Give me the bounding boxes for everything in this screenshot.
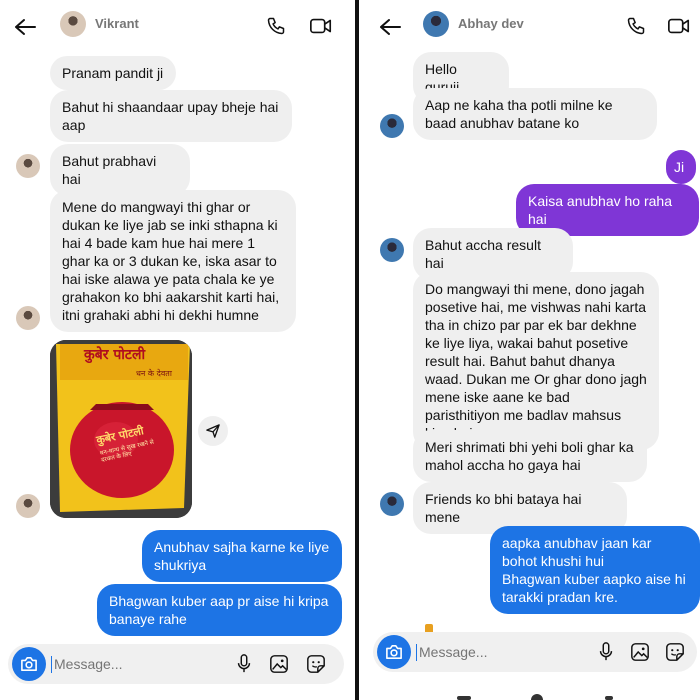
message-incoming[interactable]: Bahut hi shaandaar upay bheje hai aap [50, 90, 292, 142]
photo-header-text: कुबेर पोटली [84, 347, 146, 363]
avatar [16, 494, 40, 518]
phone-icon[interactable] [264, 14, 288, 38]
system-nav-bar [359, 684, 700, 700]
avatar [380, 238, 404, 262]
message-outgoing[interactable]: aapka anubhav jaan kar bohot khushi hui … [490, 526, 700, 614]
contact-name[interactable]: Vikrant [95, 16, 139, 31]
shared-photo-kuber-potli[interactable]: कुबेर पोटली धन के देवता कुबेर पोटली धन-ध… [50, 340, 192, 518]
video-icon[interactable] [309, 14, 333, 38]
chat-panel-vikrant: Vikrant Pranam pandit ji Bahut hi shaand… [0, 0, 355, 700]
message-incoming[interactable]: Do mangwayi thi mene, dono jagah posetiv… [413, 272, 659, 450]
message-incoming[interactable]: Pranam pandit ji [50, 56, 176, 90]
chat-panel-abhay-dev: Abhay dev Hello guruji, Aap ne kaha tha … [359, 0, 700, 700]
avatar[interactable] [60, 11, 86, 37]
back-arrow-icon[interactable] [377, 14, 403, 40]
contact-name[interactable]: Abhay dev [458, 16, 524, 31]
microphone-icon[interactable] [595, 641, 617, 663]
avatar[interactable] [423, 11, 449, 37]
message-composer [373, 632, 697, 672]
message-input[interactable] [54, 656, 194, 672]
sticker-icon[interactable] [305, 653, 327, 675]
message-input[interactable] [419, 644, 559, 660]
phone-icon[interactable] [624, 14, 648, 38]
message-composer [8, 644, 344, 684]
message-incoming[interactable]: Bahut prabhavi hai [50, 144, 190, 196]
microphone-icon[interactable] [233, 653, 255, 675]
image-icon[interactable] [268, 653, 290, 675]
video-icon[interactable] [667, 14, 691, 38]
message-incoming[interactable]: Meri shrimati bhi yehi boli ghar ka maho… [413, 430, 647, 482]
camera-icon[interactable] [377, 635, 411, 669]
nav-home-icon[interactable] [531, 694, 543, 700]
avatar [16, 306, 40, 330]
image-icon[interactable] [629, 641, 651, 663]
sticker-icon[interactable] [664, 641, 686, 663]
chat-header: Vikrant [0, 0, 355, 50]
message-incoming[interactable]: Aap ne kaha tha potli milne ke baad anub… [413, 88, 657, 140]
nav-menu-icon[interactable] [457, 696, 471, 700]
photo-subheader-text: धन के देवता [136, 369, 172, 378]
message-outgoing[interactable]: Ji [666, 150, 696, 184]
message-incoming[interactable]: Mene do mangwayi thi ghar or dukan ke li… [50, 190, 296, 332]
camera-icon[interactable] [12, 647, 46, 681]
nav-back-icon[interactable] [605, 696, 613, 700]
share-icon[interactable] [198, 416, 228, 446]
message-outgoing[interactable]: Bhagwan kuber aap pr aise hi kripa banay… [97, 584, 342, 636]
avatar [380, 114, 404, 138]
text-caret [51, 656, 52, 673]
message-outgoing[interactable]: Anubhav sajha karne ke liye shukriya [142, 530, 342, 582]
chat-header: Abhay dev [359, 0, 700, 50]
back-arrow-icon[interactable] [12, 14, 38, 40]
avatar [380, 492, 404, 516]
avatar [16, 154, 40, 178]
text-caret [416, 644, 417, 661]
